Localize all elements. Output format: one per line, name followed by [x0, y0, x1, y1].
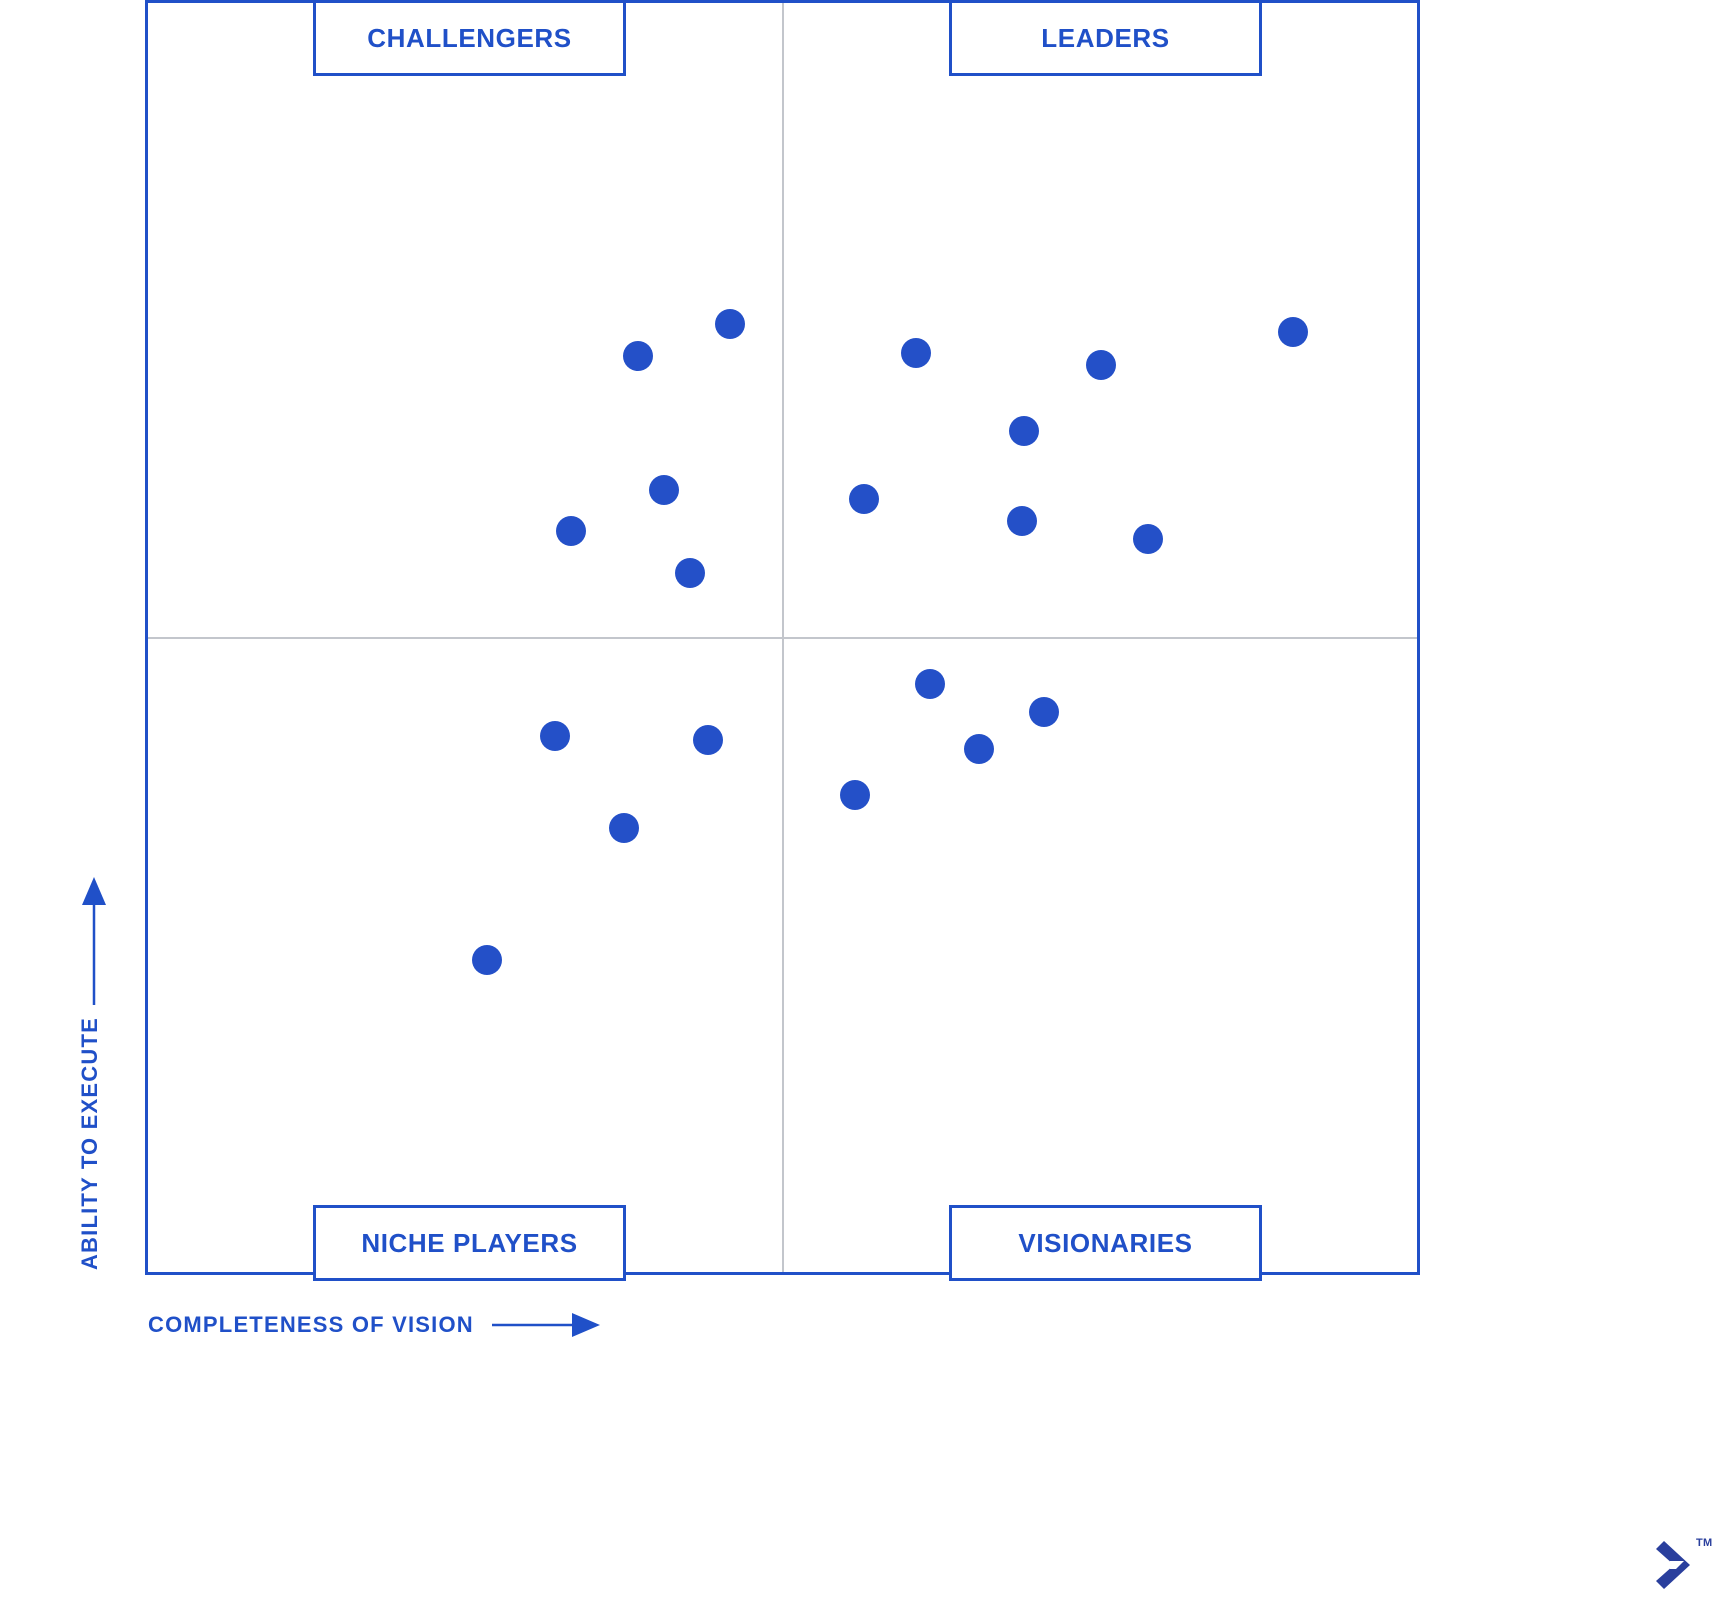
data-point	[1277, 316, 1308, 347]
data-point	[1008, 415, 1039, 446]
data-point	[914, 669, 945, 700]
x-axis-row: COMPLETENESS OF VISION	[148, 1312, 602, 1338]
data-point	[1132, 523, 1163, 554]
x-axis-label-text: COMPLETENESS OF VISION	[148, 1312, 474, 1337]
y-axis-label: ABILITY TO EXECUTE	[70, 870, 110, 1270]
quadrant-label-challengers: CHALLENGERS	[313, 0, 626, 76]
plot-frame: CHALLENGERS LEADERS NICHE PLAYERS VISION…	[145, 0, 1420, 1281]
data-point	[555, 515, 586, 546]
data-point	[1086, 349, 1117, 380]
data-point	[900, 338, 931, 369]
data-point	[964, 734, 995, 765]
data-point	[649, 475, 680, 506]
data-point	[1007, 505, 1038, 536]
quadrant-label-visionaries: VISIONARIES	[949, 1205, 1262, 1281]
trademark-symbol: TM	[1696, 1537, 1713, 1549]
data-point	[622, 340, 653, 371]
data-point	[471, 944, 502, 975]
data-point	[848, 484, 879, 515]
x-axis-arrow-icon	[491, 1312, 602, 1338]
brand-logo: TM	[1650, 1535, 1720, 1595]
data-point	[608, 812, 639, 843]
data-point	[1028, 697, 1059, 728]
data-point	[839, 779, 870, 810]
y-axis-label-text: ABILITY TO EXECUTE	[77, 1016, 102, 1270]
data-point	[540, 721, 571, 752]
chevron-logo-icon	[1656, 1541, 1690, 1589]
data-point	[692, 725, 723, 756]
data-point	[715, 309, 746, 340]
data-point	[674, 557, 705, 588]
quadrant-label-leaders: LEADERS	[949, 0, 1262, 76]
quadrant-label-niche-players: NICHE PLAYERS	[313, 1205, 626, 1281]
horizontal-divider	[148, 636, 1417, 639]
magic-quadrant-figure: CHALLENGERS LEADERS NICHE PLAYERS VISION…	[0, 0, 1720, 1600]
